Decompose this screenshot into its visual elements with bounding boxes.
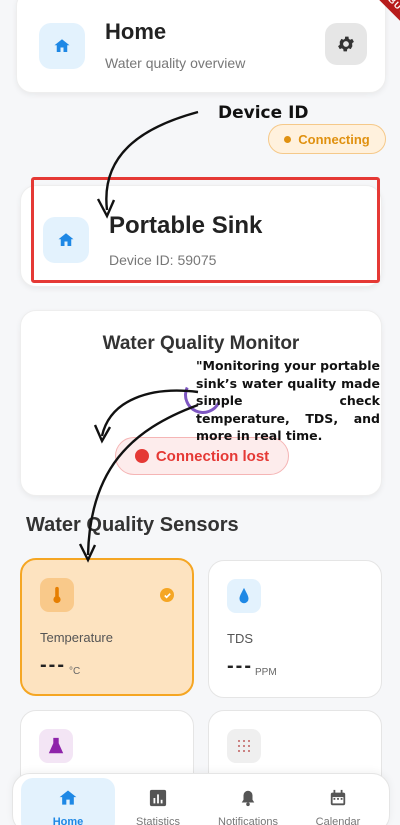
nav-label: Calendar: [315, 816, 361, 825]
check-icon: [160, 588, 174, 602]
water-drop-icon: [239, 587, 249, 604]
sensor-icon-tile: [227, 729, 261, 763]
status-dot: [284, 135, 292, 143]
calendar-icon: [330, 789, 346, 806]
page-title: Home: [105, 19, 167, 44]
grid-icon: [238, 740, 250, 752]
bottom-nav: Home Statistics Notifications Calendar: [12, 773, 390, 825]
bell-icon: [241, 790, 255, 807]
nav-label: Statistics: [135, 816, 180, 825]
nav-item-statistics[interactable]: Statistics: [111, 778, 205, 825]
description-annotation: "Monitoring your portable sink’s water q…: [196, 358, 380, 443]
sensors-section-title: Water Quality Sensors: [26, 514, 239, 536]
status-label: Connecting: [298, 131, 370, 147]
sensor-name: TDS: [227, 631, 253, 646]
nav-item-notifications[interactable]: Notifications: [201, 778, 295, 825]
sensor-value: ---: [40, 654, 66, 676]
header-card: Home Water quality overview: [16, 0, 386, 93]
sensor-card-temperature[interactable]: Temperature --- °C: [20, 558, 194, 696]
flask-icon: [48, 737, 64, 754]
device-highlight-box: [31, 177, 380, 283]
sensor-unit: °C: [69, 666, 81, 677]
connection-status-label: Connection lost: [155, 447, 270, 465]
page-subtitle: Water quality overview: [105, 55, 246, 71]
error-dot: [134, 449, 149, 463]
nav-label: Notifications: [218, 816, 278, 825]
device-id-annotation: Device ID: [218, 103, 309, 123]
nav-item-home[interactable]: Home: [21, 778, 115, 825]
sensor-unit: PPM: [255, 667, 277, 678]
sensor-icon-tile: [40, 578, 74, 612]
sensor-name: Temperature: [40, 630, 113, 645]
sensor-card-tds[interactable]: TDS --- PPM: [208, 560, 382, 698]
home-icon: [54, 39, 70, 52]
home-icon-tile: [39, 23, 85, 69]
sensor-icon-tile: [39, 729, 73, 763]
nav-item-calendar[interactable]: Calendar: [291, 778, 385, 825]
bar-chart-icon: [149, 789, 167, 807]
gear-icon: [338, 36, 354, 52]
thermometer-icon: [53, 586, 61, 604]
monitor-title: Water Quality Monitor: [102, 333, 300, 354]
home-icon: [59, 790, 77, 805]
sensor-icon-tile: [227, 579, 261, 613]
sensor-value: ---: [227, 655, 253, 677]
status-badge: Connecting: [268, 124, 386, 154]
nav-label: Home: [52, 816, 84, 825]
settings-button[interactable]: [325, 23, 367, 65]
